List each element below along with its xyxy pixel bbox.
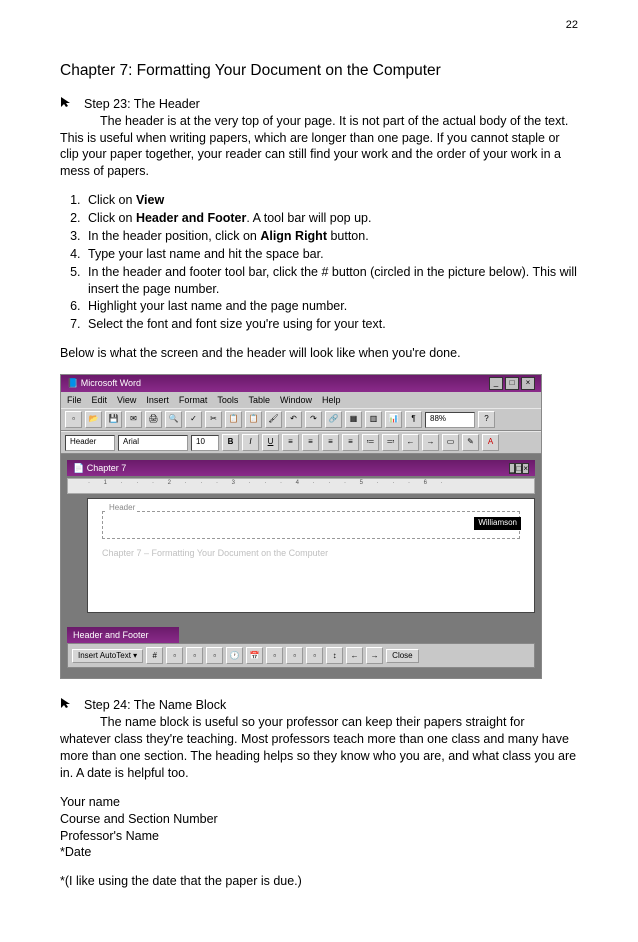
standard-toolbar: ▫📂💾 ✉🖨🔍 ✓✂📋📋🖌 ↶↷ 🔗▦▥ 📊¶ 88% ? (61, 408, 541, 431)
word-screenshot: 📘 Microsoft Word _ □ × FileEditViewInser… (60, 374, 542, 679)
underline-icon: U (262, 434, 279, 451)
font-color-icon: A (482, 434, 499, 451)
list-item: Click on Header and Footer. A tool bar w… (84, 210, 578, 227)
pointer-icon (60, 96, 74, 113)
step23-list: Click on View Click on Header and Footer… (60, 192, 578, 333)
align-center-icon: ≡ (302, 434, 319, 451)
list-item: In the header position, click on Align R… (84, 228, 578, 245)
bold-icon: B (222, 434, 239, 451)
list-item: Type your last name and hit the space ba… (84, 246, 578, 263)
chapter-title: Chapter 7: Formatting Your Document on t… (60, 61, 578, 82)
close-icon: × (521, 377, 535, 390)
save-icon: 💾 (105, 411, 122, 428)
name-block: Your name Course and Section Number Prof… (60, 794, 578, 862)
list-item: In the header and footer tool bar, click… (84, 264, 578, 298)
document-page: Header Williamson Chapter 7 – Formatting… (87, 498, 535, 613)
menubar: FileEditViewInsertFormatToolsTableWindow… (61, 392, 541, 408)
below-caption: Below is what the screen and the header … (60, 345, 578, 362)
maximize-icon: □ (505, 377, 519, 390)
justify-icon: ≡ (342, 434, 359, 451)
header-footer-toolbar: Header and Footer Insert AutoText ▾ #▫▫▫… (67, 627, 535, 668)
list-item: Highlight your last name and the page nu… (84, 298, 578, 315)
page-number-icon: # (146, 647, 163, 664)
size-select: 10 (191, 435, 219, 451)
list-item: Select the font and font size you're usi… (84, 316, 578, 333)
page-number: 22 (60, 18, 578, 33)
doc-titlebar: 📄 Chapter 7 _□× (67, 460, 535, 476)
formatting-toolbar: Header Arial 10 BIU ≡≡≡≡ ≔≕←→ ▭✎A (61, 431, 541, 454)
step24-intro: The name block is useful so your profess… (60, 714, 578, 782)
app-titlebar: 📘 Microsoft Word _ □ × (61, 375, 541, 392)
minimize-icon: _ (489, 377, 503, 390)
step24-note: *(I like using the date that the paper i… (60, 873, 578, 890)
highlight-icon: ✎ (462, 434, 479, 451)
close-button: Close (386, 649, 418, 664)
open-icon: 📂 (85, 411, 102, 428)
header-region: Header Williamson (102, 511, 520, 539)
align-left-icon: ≡ (282, 434, 299, 451)
header-lastname: Williamson (474, 517, 521, 530)
ruler: · 1 · · · 2 · · · 3 · · · 4 · · · 5 · · … (67, 478, 535, 494)
body-ghost-text: Chapter 7 – Formatting Your Document on … (102, 547, 520, 559)
font-select: Arial (118, 435, 188, 451)
insert-autotext-button: Insert AutoText ▾ (72, 649, 143, 664)
pointer-icon (60, 697, 74, 714)
step-heading: Step 23: The Header (84, 96, 200, 113)
list-item: Click on View (84, 192, 578, 209)
step23-intro: The header is at the very top of your pa… (60, 113, 578, 181)
zoom-select: 88% (425, 412, 475, 428)
new-icon: ▫ (65, 411, 82, 428)
italic-icon: I (242, 434, 259, 451)
style-select: Header (65, 435, 115, 451)
step-heading: Step 24: The Name Block (84, 697, 226, 714)
align-right-icon: ≡ (322, 434, 339, 451)
